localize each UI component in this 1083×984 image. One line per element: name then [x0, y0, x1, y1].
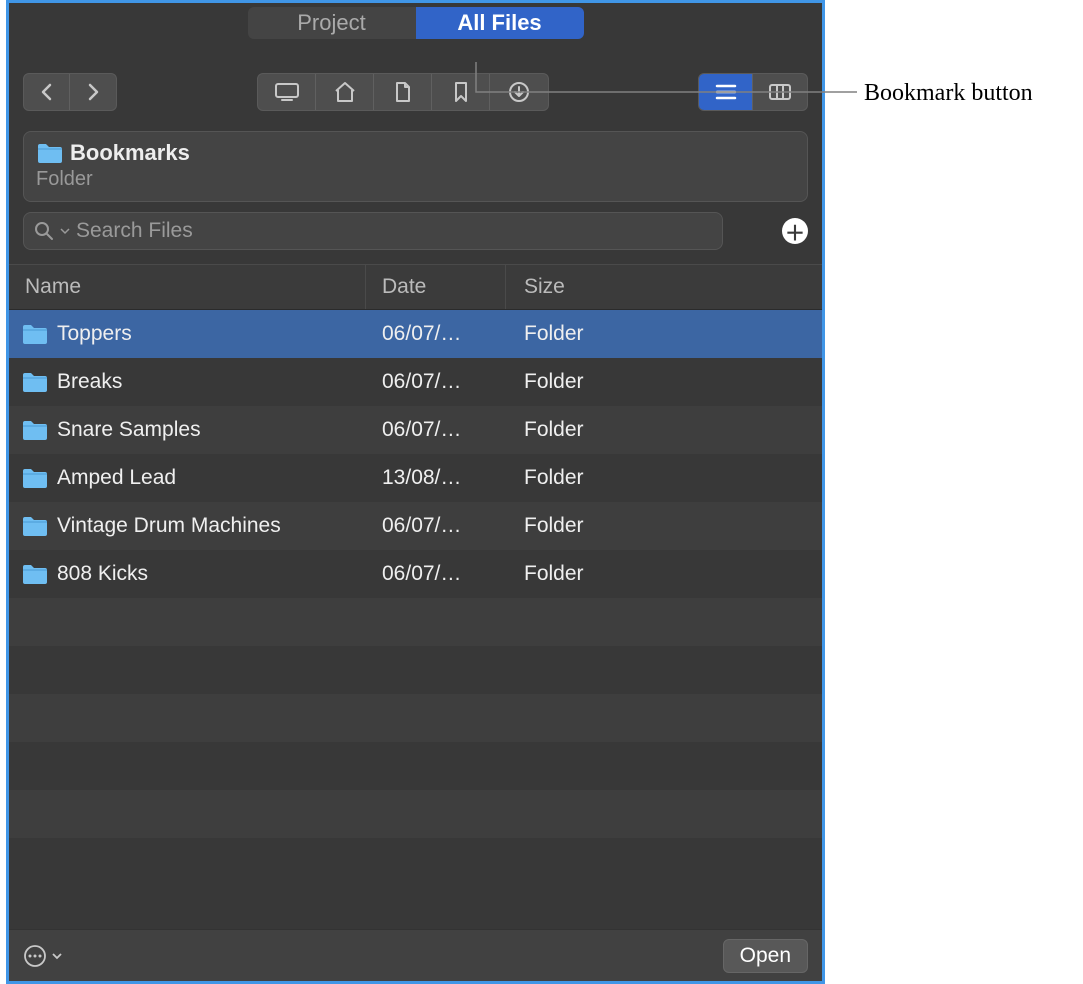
footer: Open — [9, 929, 822, 981]
view-segment — [698, 73, 808, 111]
folder-icon — [21, 515, 47, 537]
chevron-down-icon — [60, 226, 70, 236]
back-icon — [40, 83, 54, 101]
empty-row — [9, 742, 822, 790]
empty-row — [9, 694, 822, 742]
chevron-down-icon — [51, 950, 63, 962]
table-row[interactable]: Snare Samples 06/07/…Folder — [9, 406, 822, 454]
home-button[interactable] — [316, 74, 374, 110]
home-icon — [333, 81, 357, 103]
row-size: Folder — [506, 370, 822, 394]
empty-row — [9, 790, 822, 838]
table-header: Name Date Size — [9, 264, 822, 310]
row-date: 06/07/… — [366, 418, 506, 442]
actions-menu-button[interactable] — [23, 944, 63, 968]
path-title-row: Bookmarks — [36, 140, 795, 166]
row-name: Vintage Drum Machines — [57, 514, 281, 538]
table-row[interactable]: 808 Kicks 06/07/…Folder — [9, 550, 822, 598]
downloads-button[interactable] — [490, 74, 548, 110]
forward-icon — [86, 83, 100, 101]
forward-button[interactable] — [70, 74, 116, 110]
ellipsis-icon — [23, 944, 47, 968]
row-name: Toppers — [57, 322, 132, 346]
column-header-date[interactable]: Date — [366, 265, 506, 309]
open-button[interactable]: Open — [723, 939, 808, 973]
folder-icon — [21, 419, 47, 441]
folder-icon — [21, 323, 47, 345]
computer-button[interactable] — [258, 74, 316, 110]
tab-all-files[interactable]: All Files — [416, 7, 584, 39]
search-input[interactable]: Search Files — [23, 212, 723, 250]
columns-view-icon — [768, 83, 792, 101]
row-size: Folder — [506, 322, 822, 346]
column-header-size[interactable]: Size — [506, 265, 822, 309]
path-card: Bookmarks Folder — [23, 131, 808, 202]
list-view-button[interactable] — [699, 74, 753, 110]
columns-view-button[interactable] — [753, 74, 807, 110]
row-date: 06/07/… — [366, 322, 506, 346]
folder-icon — [21, 371, 47, 393]
row-date: 13/08/… — [366, 466, 506, 490]
table-row[interactable]: Amped Lead 13/08/…Folder — [9, 454, 822, 502]
row-date: 06/07/… — [366, 370, 506, 394]
table-row[interactable]: Toppers 06/07/…Folder — [9, 310, 822, 358]
bookmark-button[interactable] — [432, 74, 490, 110]
add-button[interactable]: ＋ — [782, 218, 808, 244]
table-row[interactable]: Vintage Drum Machines 06/07/…Folder — [9, 502, 822, 550]
search-row: Search Files ＋ — [23, 212, 808, 250]
tab-project[interactable]: Project — [248, 7, 416, 39]
file-browser-panel: Project All Files — [6, 0, 825, 984]
document-icon — [394, 81, 412, 103]
nav-segment — [23, 73, 117, 111]
empty-row — [9, 598, 822, 646]
path-title: Bookmarks — [70, 140, 190, 166]
browser-tabs: Project All Files — [9, 3, 822, 47]
back-button[interactable] — [24, 74, 70, 110]
row-size: Folder — [506, 418, 822, 442]
row-name: Snare Samples — [57, 418, 201, 442]
row-size: Folder — [506, 562, 822, 586]
table-body: Toppers06/07/…FolderBreaks06/07/…FolderS… — [9, 310, 822, 838]
row-name: Breaks — [57, 370, 122, 394]
row-name: 808 Kicks — [57, 562, 148, 586]
folder-icon — [21, 563, 47, 585]
search-icon — [34, 221, 54, 241]
download-icon — [507, 81, 531, 103]
list-view-icon — [714, 83, 738, 101]
computer-icon — [274, 82, 300, 102]
empty-row — [9, 646, 822, 694]
projects-button[interactable] — [374, 74, 432, 110]
table-row[interactable]: Breaks 06/07/…Folder — [9, 358, 822, 406]
row-size: Folder — [506, 514, 822, 538]
location-segment — [257, 73, 549, 111]
toolbar — [9, 47, 822, 131]
bookmark-icon — [453, 81, 469, 103]
plus-icon: ＋ — [785, 217, 805, 246]
path-subtitle: Folder — [36, 168, 795, 191]
row-size: Folder — [506, 466, 822, 490]
row-date: 06/07/… — [366, 562, 506, 586]
callout-label: Bookmark button — [864, 80, 1033, 107]
folder-icon — [36, 142, 62, 164]
folder-icon — [21, 467, 47, 489]
row-name: Amped Lead — [57, 466, 176, 490]
search-placeholder: Search Files — [76, 219, 193, 243]
column-header-name[interactable]: Name — [9, 265, 366, 309]
row-date: 06/07/… — [366, 514, 506, 538]
